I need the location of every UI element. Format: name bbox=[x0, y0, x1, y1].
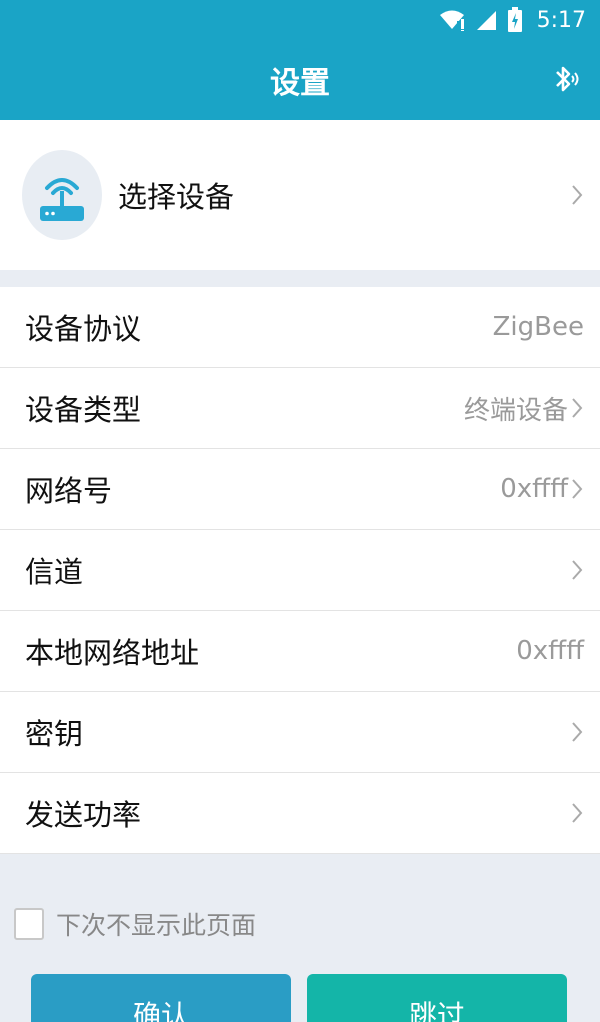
row-value: 0xffff bbox=[516, 636, 584, 666]
status-time: 5:17 bbox=[536, 7, 586, 33]
row-label: 设备类型 bbox=[25, 393, 142, 427]
row-protocol[interactable]: 设备协议 ZigBee bbox=[0, 287, 600, 368]
row-label: 信道 bbox=[25, 555, 84, 589]
select-device-row[interactable]: 选择设备 bbox=[0, 120, 600, 270]
row-local-address[interactable]: 本地网络地址 0xffff bbox=[0, 611, 600, 692]
device-avatar bbox=[22, 150, 102, 240]
confirm-button[interactable]: 确认 bbox=[31, 974, 291, 1022]
row-label: 设备协议 bbox=[25, 312, 142, 346]
dont-show-again-checkbox[interactable] bbox=[14, 908, 44, 940]
router-icon bbox=[40, 178, 84, 221]
app-bar: 设置 bbox=[0, 40, 600, 120]
row-value: 终端设备 bbox=[463, 395, 568, 426]
chevron-right-icon bbox=[570, 120, 584, 270]
chevron-right-icon bbox=[570, 558, 584, 582]
status-bar: 5:17 bbox=[0, 0, 600, 40]
row-tx-power[interactable]: 发送功率 bbox=[0, 773, 600, 854]
row-device-type[interactable]: 设备类型 终端设备 bbox=[0, 368, 600, 449]
battery-icon bbox=[507, 7, 523, 33]
row-label: 本地网络地址 bbox=[25, 636, 200, 670]
row-channel[interactable]: 信道 bbox=[0, 530, 600, 611]
row-label: 网络号 bbox=[25, 474, 113, 508]
bluetooth-icon bbox=[556, 66, 579, 92]
skip-button[interactable]: 跳过 bbox=[307, 974, 567, 1022]
chevron-right-icon bbox=[570, 720, 584, 744]
settings-list: 设备协议 ZigBee 设备类型 终端设备 网络号 0xffff 信道 本地网络… bbox=[0, 287, 600, 854]
wifi-icon bbox=[439, 9, 465, 31]
select-device-label: 选择设备 bbox=[118, 180, 235, 214]
row-network-id[interactable]: 网络号 0xffff bbox=[0, 449, 600, 530]
row-label: 密钥 bbox=[25, 717, 84, 751]
page-title: 设置 bbox=[270, 66, 330, 101]
chevron-right-icon bbox=[570, 477, 584, 501]
row-label: 发送功率 bbox=[25, 798, 142, 832]
chevron-right-icon bbox=[570, 801, 584, 825]
row-key[interactable]: 密钥 bbox=[0, 692, 600, 773]
dont-show-again-row[interactable]: 下次不显示此页面 bbox=[14, 906, 256, 942]
bluetooth-button[interactable] bbox=[544, 60, 584, 100]
row-value: 0xffff bbox=[500, 474, 568, 504]
footer: 下次不显示此页面 确认 跳过 bbox=[0, 870, 600, 1022]
signal-icon bbox=[475, 9, 497, 31]
row-value: ZigBee bbox=[492, 312, 584, 342]
checkbox-label: 下次不显示此页面 bbox=[56, 911, 257, 940]
chevron-right-icon bbox=[570, 396, 584, 420]
